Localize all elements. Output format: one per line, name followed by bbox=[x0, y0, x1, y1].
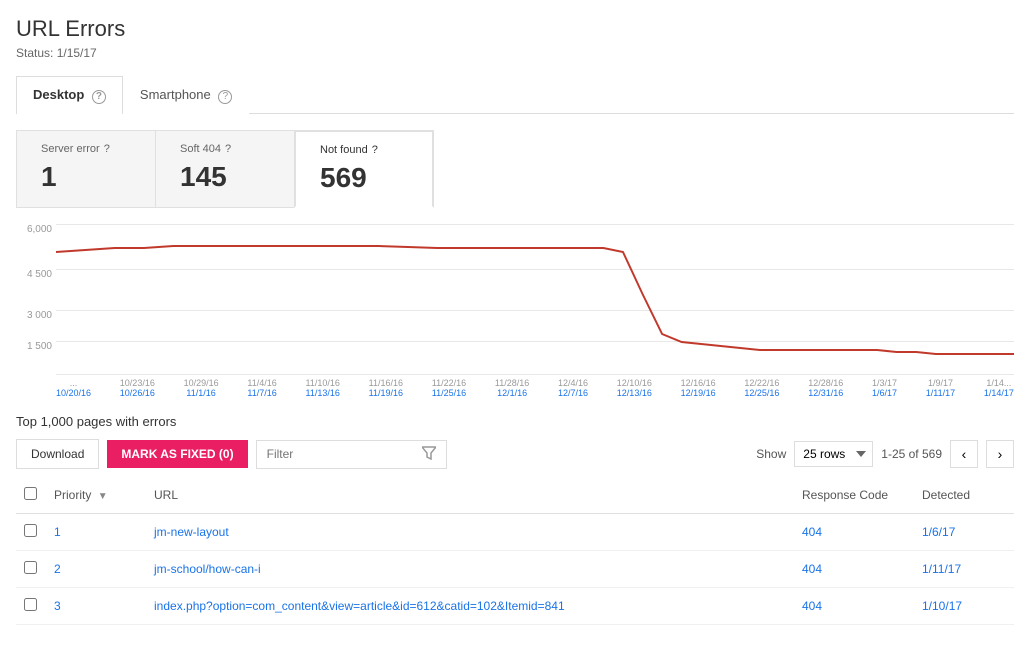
x-label-8: 12/4/16 12/7/16 bbox=[558, 378, 588, 398]
show-label: Show bbox=[756, 447, 786, 461]
table-header-detected: Detected bbox=[914, 477, 1014, 514]
x-label-2: 10/29/16 11/1/16 bbox=[184, 378, 219, 398]
x-label-1: 10/23/16 10/26/16 bbox=[120, 378, 155, 398]
row-2-url-link[interactable]: jm-school/how-can-i bbox=[154, 562, 261, 576]
chart-area bbox=[56, 224, 1014, 374]
table-header-url: URL bbox=[146, 477, 794, 514]
x-label-7: 11/28/16 12/1/16 bbox=[495, 378, 529, 398]
show-rows: Show 25 rows 50 rows 100 rows 1-25 of 56… bbox=[756, 440, 1014, 468]
x-label-5: 11/16/16 11/19/16 bbox=[369, 378, 403, 398]
row-1-url: jm-new-layout bbox=[146, 514, 794, 551]
row-1-priority: 1 bbox=[46, 514, 146, 551]
desktop-help-icon[interactable]: ? bbox=[92, 90, 106, 104]
select-all-checkbox[interactable] bbox=[24, 487, 37, 500]
server-error-help-icon[interactable]: ? bbox=[104, 143, 110, 155]
tab-desktop[interactable]: Desktop ? bbox=[16, 76, 123, 114]
row-1-checkbox[interactable] bbox=[24, 524, 37, 537]
soft-404-help-icon[interactable]: ? bbox=[225, 143, 231, 155]
page-title: URL Errors bbox=[16, 16, 1014, 42]
filter-input[interactable] bbox=[267, 447, 422, 461]
row-1-url-link[interactable]: jm-new-layout bbox=[154, 525, 229, 539]
error-cards: Server error ? 1 Soft 404 ? 145 Not foun… bbox=[16, 130, 1014, 208]
tab-smartphone-label: Smartphone bbox=[140, 87, 211, 102]
download-button[interactable]: Download bbox=[16, 439, 99, 469]
row-3-url: index.php?option=com_content&view=articl… bbox=[146, 588, 794, 625]
smartphone-help-icon[interactable]: ? bbox=[218, 90, 232, 104]
not-found-label: Not found ? bbox=[320, 144, 408, 156]
x-label-9: 12/10/16 12/13/16 bbox=[617, 378, 652, 398]
row-1-check bbox=[16, 514, 46, 551]
x-label-15: 1/14... 1/14/17 bbox=[984, 378, 1014, 398]
row-3-url-link[interactable]: index.php?option=com_content&view=articl… bbox=[154, 599, 565, 613]
server-error-label: Server error ? bbox=[41, 143, 131, 155]
x-label-0: ... 10/20/16 bbox=[56, 378, 91, 398]
row-2-priority: 2 bbox=[46, 551, 146, 588]
page-status: Status: 1/15/17 bbox=[16, 46, 1014, 60]
x-label-10: 12/16/16 12/19/16 bbox=[681, 378, 716, 398]
x-label-13: 1/3/17 1/6/17 bbox=[872, 378, 897, 398]
y-label-1500: 1 500 bbox=[27, 341, 52, 352]
soft-404-label: Soft 404 ? bbox=[180, 143, 270, 155]
tab-smartphone[interactable]: Smartphone ? bbox=[123, 76, 249, 114]
table-row: 3 index.php?option=com_content&view=arti… bbox=[16, 588, 1014, 625]
row-3-priority: 3 bbox=[46, 588, 146, 625]
x-label-14: 1/9/17 1/11/17 bbox=[926, 378, 955, 398]
row-2-check bbox=[16, 551, 46, 588]
y-label-6000: 6,000 bbox=[27, 224, 52, 235]
tab-desktop-label: Desktop bbox=[33, 87, 84, 102]
tabs-container: Desktop ? Smartphone ? bbox=[16, 76, 1014, 114]
table-header-response: Response Code bbox=[794, 477, 914, 514]
table-header-priority[interactable]: Priority ▼ bbox=[46, 477, 146, 514]
filter-icon bbox=[422, 446, 436, 463]
rows-select[interactable]: 25 rows 50 rows 100 rows bbox=[794, 441, 873, 467]
row-3-priority-link[interactable]: 3 bbox=[54, 599, 61, 613]
table-row: 1 jm-new-layout 404 1/6/17 bbox=[16, 514, 1014, 551]
row-3-check bbox=[16, 588, 46, 625]
x-label-11: 12/22/16 12/25/16 bbox=[744, 378, 779, 398]
y-label-3000: 3 000 bbox=[27, 310, 52, 321]
row-3-response: 404 bbox=[794, 588, 914, 625]
pagination-text: 1-25 of 569 bbox=[881, 447, 942, 461]
row-2-url: jm-school/how-can-i bbox=[146, 551, 794, 588]
server-error-value: 1 bbox=[41, 161, 131, 193]
section-title: Top 1,000 pages with errors bbox=[16, 414, 1014, 429]
chart-svg bbox=[56, 224, 1014, 374]
table-row: 2 jm-school/how-can-i 404 1/11/17 bbox=[16, 551, 1014, 588]
row-1-response: 404 bbox=[794, 514, 914, 551]
not-found-help-icon[interactable]: ? bbox=[372, 144, 378, 156]
server-error-card[interactable]: Server error ? 1 bbox=[16, 130, 156, 208]
data-table: Priority ▼ URL Response Code Detected 1 … bbox=[16, 477, 1014, 625]
not-found-card[interactable]: Not found ? 569 bbox=[294, 130, 434, 208]
row-2-response: 404 bbox=[794, 551, 914, 588]
x-label-4: 11/10/16 11/13/16 bbox=[306, 378, 340, 398]
priority-sort-icon: ▼ bbox=[98, 491, 108, 502]
row-3-checkbox[interactable] bbox=[24, 598, 37, 611]
soft-404-value: 145 bbox=[180, 161, 270, 193]
mark-fixed-button[interactable]: MARK AS FIXED (0) bbox=[107, 440, 247, 468]
y-label-4500: 4 500 bbox=[27, 269, 52, 280]
x-label-6: 11/22/16 11/25/16 bbox=[432, 378, 466, 398]
toolbar: Download MARK AS FIXED (0) Show 25 rows … bbox=[16, 439, 1014, 469]
row-2-priority-link[interactable]: 2 bbox=[54, 562, 61, 576]
soft-404-card[interactable]: Soft 404 ? 145 bbox=[155, 130, 295, 208]
row-2-detected: 1/11/17 bbox=[914, 551, 1014, 588]
filter-container bbox=[256, 440, 447, 469]
pagination-next[interactable]: › bbox=[986, 440, 1014, 468]
x-label-3: 11/4/16 11/7/16 bbox=[247, 378, 276, 398]
x-label-12: 12/28/16 12/31/16 bbox=[808, 378, 843, 398]
pagination-prev[interactable]: ‹ bbox=[950, 440, 978, 468]
row-3-detected: 1/10/17 bbox=[914, 588, 1014, 625]
chart-x-labels: ... 10/20/16 10/23/16 10/26/16 10/29/16 … bbox=[56, 378, 1014, 398]
not-found-value: 569 bbox=[320, 162, 408, 194]
chart-wrapper: 6,000 4 500 3 000 1 500 bbox=[16, 224, 1014, 374]
row-2-checkbox[interactable] bbox=[24, 561, 37, 574]
table-header-check bbox=[16, 477, 46, 514]
row-1-detected: 1/6/17 bbox=[914, 514, 1014, 551]
row-1-priority-link[interactable]: 1 bbox=[54, 525, 61, 539]
